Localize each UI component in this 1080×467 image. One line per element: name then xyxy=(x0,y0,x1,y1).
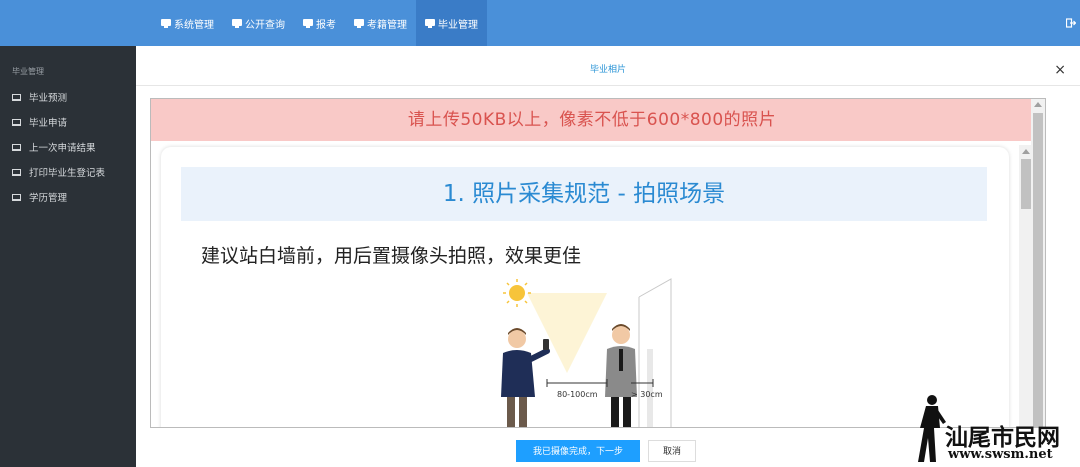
modal-title: 毕业相片 xyxy=(136,46,1080,86)
sidebar-item-label: 上一次申请结果 xyxy=(29,143,96,154)
sidebar-item-label: 打印毕业生登记表 xyxy=(29,168,106,179)
next-step-button[interactable]: 我已摄像完成，下一步 xyxy=(516,440,640,462)
logout-icon[interactable] xyxy=(1065,18,1077,28)
photo-hint: 建议站白墙前，用后置摄像头拍照，效果更佳 xyxy=(201,245,582,267)
monitor-icon xyxy=(425,18,435,28)
photographer-figure xyxy=(501,328,550,427)
nav-item-graduation[interactable]: 毕业管理 xyxy=(416,0,487,46)
sidebar-item-graduation-forecast[interactable]: 毕业预测 xyxy=(12,90,67,104)
distance-wall-label: > 30cm xyxy=(631,390,663,399)
sidebar-item-label: 毕业申请 xyxy=(29,118,68,129)
guide-panel: 1. 照片采集规范 - 拍照场景 建议站白墙前，用后置摄像头拍照，效果更佳 80… xyxy=(161,147,1009,427)
monitor-icon xyxy=(161,18,171,28)
laptop-icon xyxy=(12,118,21,126)
laptop-icon xyxy=(12,168,21,176)
monitor-icon xyxy=(303,18,313,28)
sun-icon xyxy=(503,279,531,307)
laptop-icon xyxy=(12,93,21,101)
scroll-thumb[interactable] xyxy=(1021,159,1031,209)
nav-label: 报考 xyxy=(316,19,336,31)
close-icon[interactable]: × xyxy=(1054,62,1066,78)
photo-scene-illustration: 80-100cm > 30cm xyxy=(491,273,681,427)
nav-item-public-query[interactable]: 公开查询 xyxy=(223,0,294,46)
nav-label: 考籍管理 xyxy=(367,19,407,31)
main-nav: 系统管理 公开查询 报考 考籍管理 毕业管理 xyxy=(152,0,487,46)
walker-silhouette-icon xyxy=(918,395,946,462)
section-title: 1. 照片采集规范 - 拍照场景 xyxy=(181,167,987,221)
distance-person-label: 80-100cm xyxy=(557,390,598,399)
outer-scrollbar[interactable] xyxy=(1031,99,1045,427)
top-nav-bar: 系统管理 公开查询 报考 考籍管理 毕业管理 xyxy=(0,0,1080,46)
nav-label: 公开查询 xyxy=(245,19,285,31)
content-frame: 请上传50KB以上，像素不低于600*800的照片 1. 照片采集规范 - 拍照… xyxy=(150,98,1046,428)
cancel-button[interactable]: 取消 xyxy=(648,440,696,462)
nav-label: 系统管理 xyxy=(174,19,214,31)
nav-item-system[interactable]: 系统管理 xyxy=(152,0,223,46)
nav-label: 毕业管理 xyxy=(438,19,478,31)
sidebar-item-graduation-apply[interactable]: 毕业申请 xyxy=(12,115,67,129)
scroll-thumb[interactable] xyxy=(1033,113,1043,427)
upload-requirement-banner: 请上传50KB以上，像素不低于600*800的照片 xyxy=(151,99,1033,141)
scroll-up-icon[interactable] xyxy=(1022,149,1030,154)
sidebar: 毕业管理 毕业预测 毕业申请 上一次申请结果 打印毕业生登记表 学历管理 xyxy=(0,46,136,467)
nav-item-apply-exam[interactable]: 报考 xyxy=(294,0,345,46)
sidebar-item-print-form[interactable]: 打印毕业生登记表 xyxy=(12,165,105,179)
sidebar-heading: 毕业管理 xyxy=(12,67,44,76)
laptop-icon xyxy=(12,143,21,151)
watermark-url: www.swsm.net xyxy=(948,447,1053,462)
sidebar-item-last-result[interactable]: 上一次申请结果 xyxy=(12,140,96,154)
sidebar-item-label: 学历管理 xyxy=(29,193,68,204)
nav-item-records[interactable]: 考籍管理 xyxy=(345,0,416,46)
sidebar-item-label: 毕业预测 xyxy=(29,93,68,104)
subject-figure xyxy=(605,324,637,427)
laptop-icon xyxy=(12,193,21,201)
monitor-icon xyxy=(232,18,242,28)
sidebar-item-education[interactable]: 学历管理 xyxy=(12,190,67,204)
monitor-icon xyxy=(354,18,364,28)
scroll-up-icon[interactable] xyxy=(1034,102,1042,107)
site-watermark: 汕尾市民网 www.swsm.net xyxy=(912,392,1078,464)
